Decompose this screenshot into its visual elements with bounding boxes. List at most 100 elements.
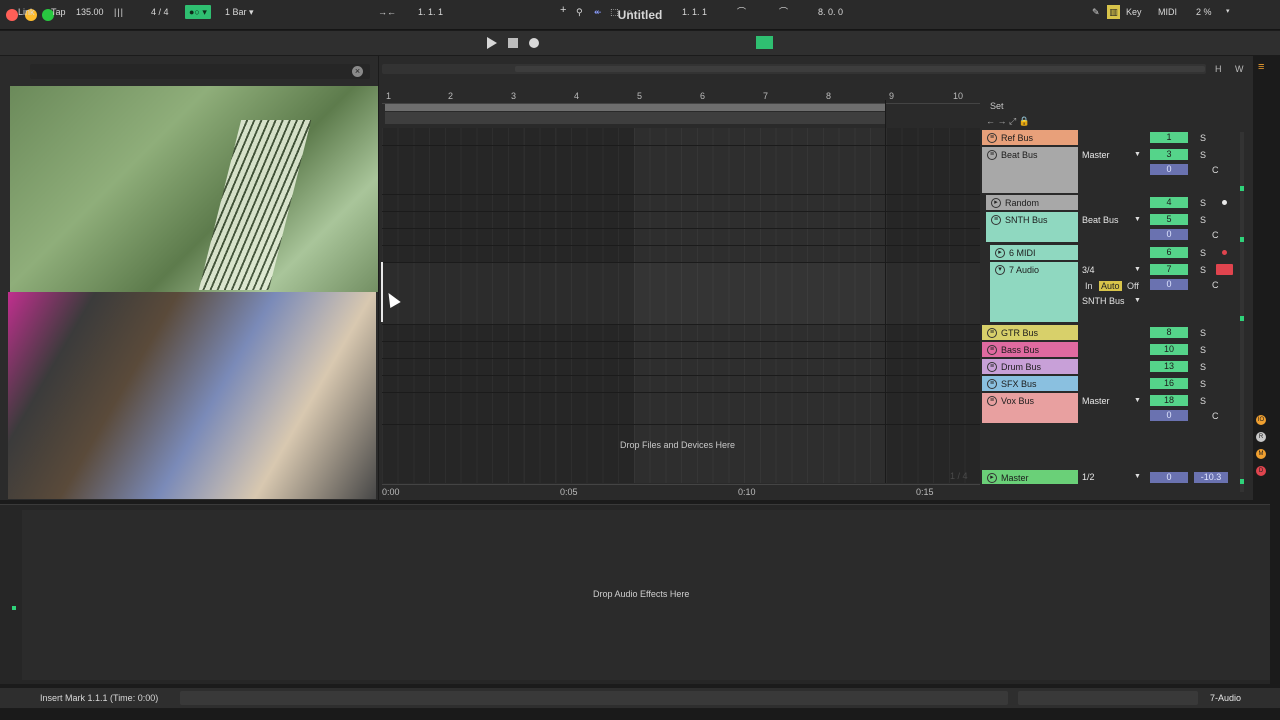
group-fold-icon[interactable]: ≡	[987, 345, 997, 355]
menu-icon[interactable]: ≡	[1258, 61, 1270, 73]
pan-field[interactable]: 0	[1150, 164, 1188, 175]
track-activator[interactable]: 7	[1150, 264, 1188, 275]
solo-button[interactable]: S	[1200, 328, 1206, 338]
group-fold-icon[interactable]: ≡	[991, 215, 1001, 225]
track-fold-icon[interactable]: ▸	[987, 473, 997, 483]
browser-search-input[interactable]	[30, 64, 370, 79]
loop-length-field[interactable]: 8. 0. 0	[818, 5, 843, 19]
delay-toggle-icon[interactable]: D	[1256, 466, 1266, 476]
width-toggle-button[interactable]: W	[1235, 64, 1244, 74]
center-pan-button[interactable]: C	[1212, 280, 1219, 290]
track-activator[interactable]: 5	[1150, 214, 1188, 225]
mixer-toggle-icon[interactable]: M	[1256, 449, 1266, 459]
track-activator[interactable]: 10	[1150, 344, 1188, 355]
track-activator[interactable]: 6	[1150, 247, 1188, 258]
computer-keyboard-icon[interactable]: ▥	[1107, 5, 1120, 19]
solo-button[interactable]: S	[1200, 133, 1206, 143]
track-fold-icon[interactable]: ▸	[991, 198, 1001, 208]
master-volume-field[interactable]: -10.3	[1194, 472, 1228, 483]
track-header-gtr-bus[interactable]: ≡ GTR Bus	[982, 325, 1078, 340]
monitor-off-button[interactable]: Off	[1127, 281, 1139, 291]
record-arm-button[interactable]	[1216, 264, 1233, 275]
track-header-vox-bus[interactable]: ≡ Vox Bus	[982, 393, 1078, 423]
tempo-field[interactable]: 135.00	[76, 5, 104, 19]
track-activator[interactable]: 13	[1150, 361, 1188, 372]
arm-icon[interactable]	[1222, 200, 1227, 205]
track-activator[interactable]: 1	[1150, 132, 1188, 143]
nudge-icon[interactable]: |||	[114, 5, 124, 19]
group-fold-icon[interactable]: ≡	[987, 133, 997, 143]
overview-scroll-thumb[interactable]	[515, 66, 1205, 72]
returns-toggle-icon[interactable]: R	[1256, 432, 1266, 442]
track-header-beat-bus[interactable]: ≡ Beat Bus	[982, 147, 1078, 193]
automation-arm-icon[interactable]: ⚲	[576, 5, 583, 19]
dropdown-chevron-icon[interactable]: ▼	[1134, 151, 1141, 158]
solo-button[interactable]: S	[1200, 362, 1206, 372]
track-activator[interactable]: 16	[1150, 378, 1188, 389]
solo-button[interactable]: S	[1200, 396, 1206, 406]
track-header-ref-bus[interactable]: ≡ Ref Bus	[982, 130, 1078, 145]
group-fold-icon[interactable]: ≡	[987, 150, 997, 160]
arm-icon[interactable]	[1222, 250, 1227, 255]
dropdown-chevron-icon[interactable]: ▼	[1134, 266, 1141, 273]
quantize-menu[interactable]: 1 Bar ▾	[225, 5, 254, 19]
metronome-toggle[interactable]: ●○ ▾	[185, 5, 211, 19]
track-header-drum-bus[interactable]: ≡ Drum Bus	[982, 359, 1078, 374]
track-header-snth-bus[interactable]: ≡ SNTH Bus	[986, 212, 1078, 242]
group-fold-icon[interactable]: ≡	[987, 328, 997, 338]
center-pan-button[interactable]: C	[1212, 165, 1219, 175]
track-activator[interactable]: 8	[1150, 327, 1188, 338]
solo-button[interactable]: S	[1200, 150, 1206, 160]
track-header-bass-bus[interactable]: ≡ Bass Bus	[982, 342, 1078, 357]
track-header-random[interactable]: ▸ Random	[986, 195, 1078, 210]
time-signature-field[interactable]: 4 / 4	[151, 5, 169, 19]
key-map-button[interactable]: Key	[1126, 5, 1142, 19]
pan-field[interactable]: 0	[1150, 279, 1188, 290]
tap-tempo-button[interactable]: Tap	[51, 5, 66, 19]
center-pan-button[interactable]: C	[1212, 411, 1219, 421]
track-header-7-audio[interactable]: ▾ 7 Audio	[990, 262, 1078, 322]
monitor-in-button[interactable]: In	[1085, 281, 1093, 291]
solo-button[interactable]: S	[1200, 215, 1206, 225]
punch-out-icon[interactable]: ⌒	[779, 5, 788, 19]
output-routing-menu[interactable]: Master	[1082, 396, 1110, 406]
pan-field[interactable]: 0	[1150, 229, 1188, 240]
record-icon[interactable]	[529, 38, 539, 48]
session-record-icon[interactable]: ○	[627, 5, 632, 19]
play-icon[interactable]	[487, 37, 497, 49]
draw-mode-icon[interactable]: ✎	[1092, 5, 1100, 19]
selected-track-lane[interactable]	[382, 262, 980, 324]
solo-button[interactable]: S	[1200, 198, 1206, 208]
cpu-menu-chevron-icon[interactable]: ▾	[1226, 5, 1230, 19]
group-fold-icon[interactable]: ≡	[987, 396, 997, 406]
monitor-auto-button[interactable]: Auto	[1099, 281, 1122, 291]
solo-button[interactable]: S	[1200, 248, 1206, 258]
loop-brace[interactable]	[385, 104, 885, 111]
track-activator[interactable]: 3	[1150, 149, 1188, 160]
dropdown-chevron-icon[interactable]: ▼	[1134, 216, 1141, 223]
follow-arrows-icon[interactable]: →←	[378, 5, 396, 19]
loop-start-field[interactable]: 1. 1. 1	[682, 5, 707, 19]
center-pan-button[interactable]: C	[1212, 230, 1219, 240]
track-header-6-midi[interactable]: ▸ 6 MIDI	[990, 245, 1078, 260]
time-ruler[interactable]	[382, 484, 980, 498]
output-routing-menu[interactable]: Beat Bus	[1082, 215, 1119, 225]
track-fold-icon[interactable]: ▾	[995, 265, 1005, 275]
punch-in-icon[interactable]: ⌒	[737, 5, 746, 19]
dropdown-chevron-icon[interactable]: ▼	[1134, 297, 1141, 304]
arrangement-position-field[interactable]: 1. 1. 1	[418, 5, 443, 19]
capture-midi-icon[interactable]: ⬚	[610, 5, 619, 19]
dropdown-chevron-icon[interactable]: ▼	[1134, 397, 1141, 404]
scrub-area[interactable]	[385, 112, 885, 124]
solo-button[interactable]: S	[1200, 265, 1206, 275]
master-output-menu[interactable]: 1/2	[1082, 472, 1095, 482]
input-channel-menu[interactable]: 3/4	[1082, 265, 1095, 275]
dropdown-chevron-icon[interactable]: ▼	[1134, 473, 1141, 480]
back-to-arrangement-icon[interactable]: ↞	[594, 5, 602, 19]
master-pan-field[interactable]: 0	[1150, 472, 1188, 483]
track-fold-icon[interactable]: ▸	[995, 248, 1005, 258]
io-toggle-icon[interactable]: IO	[1256, 415, 1266, 425]
midi-map-button[interactable]: MIDI	[1158, 5, 1177, 19]
track-header-sfx-bus[interactable]: ≡ SFX Bus	[982, 376, 1078, 391]
link-button[interactable]: Link	[18, 5, 35, 19]
